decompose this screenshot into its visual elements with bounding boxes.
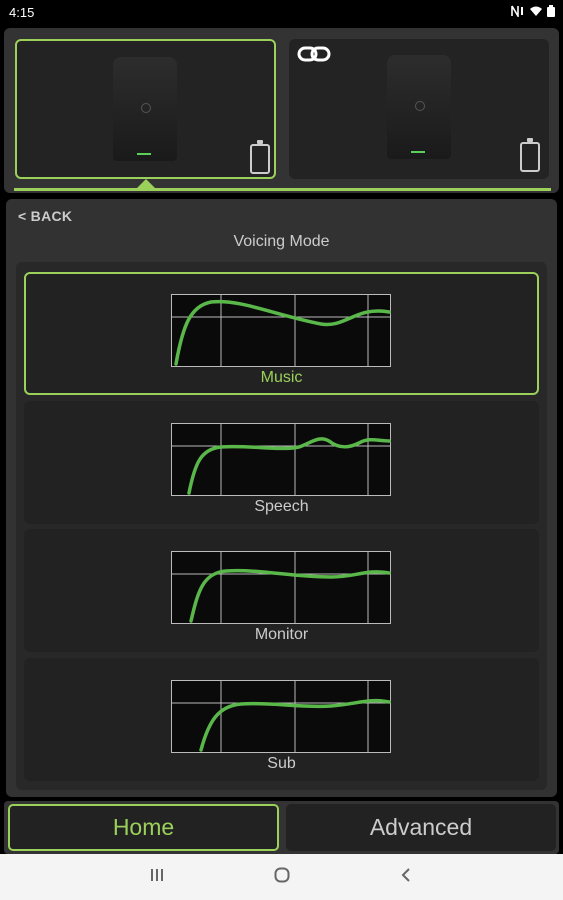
system-nav-bar — [0, 854, 563, 900]
voicing-mode-list: Music Speech Monitor Sub — [16, 262, 547, 790]
battery-status-icon — [547, 5, 555, 20]
mode-label: Music — [260, 369, 303, 386]
status-time: 4:15 — [9, 5, 35, 20]
selection-arrow-icon — [137, 179, 155, 188]
eq-curve-graph-monitor — [171, 551, 391, 624]
mode-label: Speech — [254, 498, 309, 515]
system-icons — [511, 5, 555, 20]
home-circle-icon[interactable] — [274, 867, 290, 888]
eq-curve-graph-speech — [171, 423, 391, 496]
bottom-tab-bar: Home Advanced — [4, 801, 559, 854]
mode-monitor[interactable]: Monitor — [24, 529, 539, 652]
speaker-icon — [387, 55, 451, 159]
nfc-icon — [511, 5, 525, 20]
speaker-selector — [4, 28, 559, 193]
link-icon[interactable] — [297, 46, 331, 62]
mode-music[interactable]: Music — [24, 272, 539, 395]
mode-speech[interactable]: Speech — [24, 401, 539, 524]
tab-advanced[interactable]: Advanced — [286, 804, 556, 851]
wifi-icon — [529, 5, 543, 20]
speaker-icon — [113, 57, 177, 161]
battery-icon — [250, 140, 270, 174]
speaker-card-2[interactable] — [289, 39, 549, 179]
voicing-panel: < BACK Voicing Mode Music Speech Monitor… — [6, 199, 557, 797]
back-chevron-icon[interactable] — [400, 867, 412, 888]
mode-sub[interactable]: Sub — [24, 658, 539, 781]
mode-label: Sub — [267, 755, 296, 772]
speaker-card-1[interactable] — [15, 39, 276, 179]
status-bar: 4:15 — [0, 0, 563, 26]
eq-curve-graph-sub — [171, 680, 391, 753]
eq-curve-graph-music — [171, 294, 391, 367]
back-button[interactable]: < BACK — [18, 208, 72, 224]
tab-home[interactable]: Home — [8, 804, 279, 851]
mode-label: Monitor — [254, 626, 309, 643]
recents-icon[interactable] — [150, 867, 164, 887]
page-title: Voicing Mode — [233, 233, 330, 250]
selection-underline — [14, 188, 551, 191]
battery-icon — [520, 138, 540, 172]
